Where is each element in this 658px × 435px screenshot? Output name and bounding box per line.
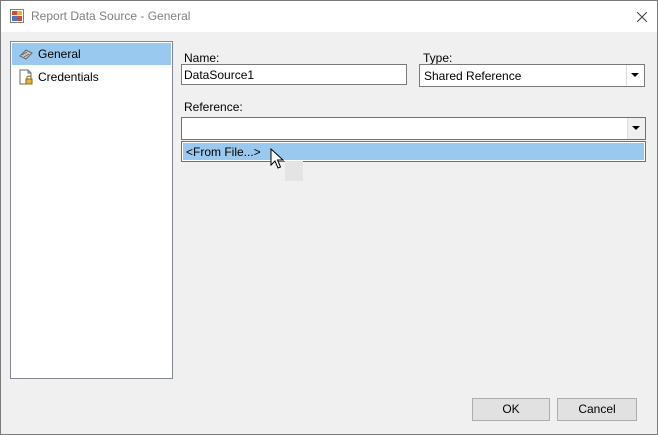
cursor-shadow [285,161,303,181]
close-button[interactable] [627,1,657,32]
window-title: Report Data Source - General [31,9,191,23]
sidebar-item-label: General [38,47,81,61]
type-dropdown[interactable]: Shared Reference [419,64,645,87]
close-icon [637,11,647,22]
cancel-button[interactable]: Cancel [557,398,637,421]
reference-dropdown[interactable] [181,117,646,140]
mouse-pointer-icon [270,148,284,169]
chevron-down-icon [631,73,639,77]
ok-button[interactable]: OK [472,398,550,421]
name-field[interactable]: DataSource1 [181,64,407,85]
credentials-page-icon [18,69,34,85]
sidebar-item-general[interactable]: General [12,43,171,65]
sidebar-item-label: Credentials [38,70,99,84]
page-list: General Credentials [10,41,173,379]
reference-label: Reference: [184,100,243,114]
title-bar: Report Data Source - General [1,1,657,32]
reference-dropdown-list: <From File...> [181,141,646,162]
type-selected-value: Shared Reference [424,69,522,83]
name-label: Name: [184,51,220,65]
sidebar-item-credentials[interactable]: Credentials [12,66,171,88]
chevron-down-icon [632,126,640,130]
app-icon [10,9,24,23]
general-page-icon [18,46,34,62]
report-data-source-dialog: Report Data Source - General General Cre… [0,0,658,435]
dropdown-option-from-file[interactable]: <From File...> [183,143,644,160]
reference-dropdown-button[interactable] [627,118,645,139]
dropdown-option-label: <From File...> [186,145,261,159]
type-label: Type: [423,51,453,65]
type-dropdown-button[interactable] [626,65,644,86]
